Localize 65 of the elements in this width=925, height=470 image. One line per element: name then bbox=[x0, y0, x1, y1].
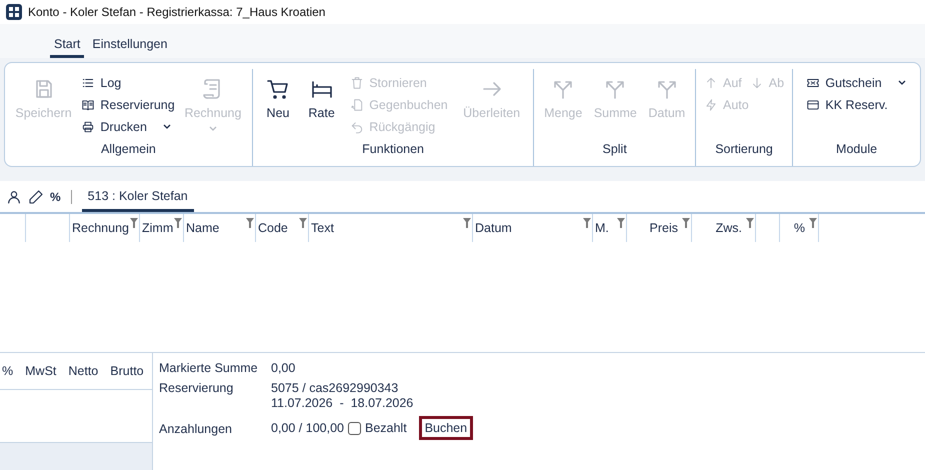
filter-icon bbox=[130, 218, 138, 228]
group-label: Funktionen bbox=[362, 142, 424, 156]
ribbon-button[interactable]: Reservierung bbox=[81, 96, 175, 114]
paid-checkbox[interactable]: Bezahlt bbox=[348, 421, 407, 435]
field-label: Reservierung bbox=[159, 381, 234, 397]
window-title: Konto - Koler Stefan - Registrierkassa: 7_Haus Kroatien bbox=[28, 5, 326, 19]
column-header[interactable]: Brutto bbox=[110, 364, 144, 378]
column-header[interactable]: Preis bbox=[650, 221, 678, 235]
column-header[interactable]: Zimm bbox=[142, 221, 174, 235]
column-header[interactable]: Datum bbox=[475, 221, 512, 235]
ribbon-button[interactable]: Log bbox=[81, 74, 122, 92]
group-label: Sortierung bbox=[715, 142, 773, 156]
ribbon-button[interactable]: Drucken bbox=[81, 118, 172, 136]
app-logo-icon bbox=[6, 4, 22, 20]
cart-icon bbox=[266, 77, 290, 101]
column-header[interactable]: Rechnung bbox=[72, 221, 129, 235]
filter-icon bbox=[299, 218, 307, 228]
filter-icon bbox=[174, 218, 182, 228]
filter-icon bbox=[463, 218, 471, 228]
column-header[interactable]: Netto bbox=[68, 364, 98, 378]
ticket-icon bbox=[806, 76, 820, 90]
field-value: 11.07.2026 - 18.07.2026 bbox=[271, 396, 414, 410]
ribbon-button[interactable]: KK Reserv. bbox=[806, 96, 888, 114]
ribbon-button[interactable]: Gutschein bbox=[806, 74, 907, 92]
bolt-icon bbox=[704, 98, 718, 112]
field-value: 0,00 bbox=[271, 361, 296, 375]
ribbon-tab[interactable]: Einstellungen bbox=[88, 24, 172, 58]
field-value: 0,00 / 100,00 bbox=[271, 421, 344, 435]
card-icon bbox=[806, 98, 820, 112]
field-label: Markierte Summe bbox=[159, 361, 259, 375]
trash-icon bbox=[350, 76, 364, 90]
filter-icon bbox=[246, 218, 254, 228]
group-label: Allgemein bbox=[100, 142, 156, 156]
filter-icon bbox=[809, 218, 817, 228]
document-icon bbox=[350, 98, 364, 112]
column-header[interactable]: Zws. bbox=[716, 221, 742, 235]
book-button[interactable]: Buchen bbox=[418, 416, 474, 440]
caret-icon bbox=[896, 79, 907, 87]
column-header[interactable]: Code bbox=[258, 221, 288, 235]
book-icon bbox=[81, 98, 96, 112]
percent-label[interactable]: % bbox=[50, 190, 61, 204]
group-label: Module bbox=[836, 142, 878, 156]
arrow-up-icon bbox=[704, 76, 718, 90]
column-header[interactable]: MwSt bbox=[25, 364, 56, 378]
filter-icon bbox=[746, 218, 754, 228]
caret-icon bbox=[208, 125, 218, 133]
column-header[interactable]: % bbox=[794, 221, 805, 235]
pencil-icon bbox=[28, 188, 44, 204]
undo-icon bbox=[350, 120, 364, 134]
printer-icon bbox=[81, 120, 96, 134]
filter-icon bbox=[617, 218, 625, 228]
ribbon-button[interactable]: Neu bbox=[263, 69, 294, 120]
column-header[interactable]: M. bbox=[595, 221, 609, 235]
filter-icon bbox=[682, 218, 690, 228]
field-value: 5075 / cas2692990343 bbox=[271, 381, 400, 395]
column-header[interactable]: % bbox=[2, 364, 14, 378]
list-icon bbox=[81, 76, 96, 90]
field-label: Anzahlungen bbox=[159, 421, 233, 438]
column-header[interactable]: Name bbox=[186, 221, 220, 235]
caret-icon bbox=[162, 123, 172, 131]
group-label: Split bbox=[602, 142, 627, 156]
person-icon bbox=[6, 188, 22, 204]
filter-icon bbox=[583, 218, 591, 228]
ribbon-button[interactable]: Rate bbox=[305, 69, 338, 120]
column-header[interactable]: Text bbox=[311, 221, 334, 235]
